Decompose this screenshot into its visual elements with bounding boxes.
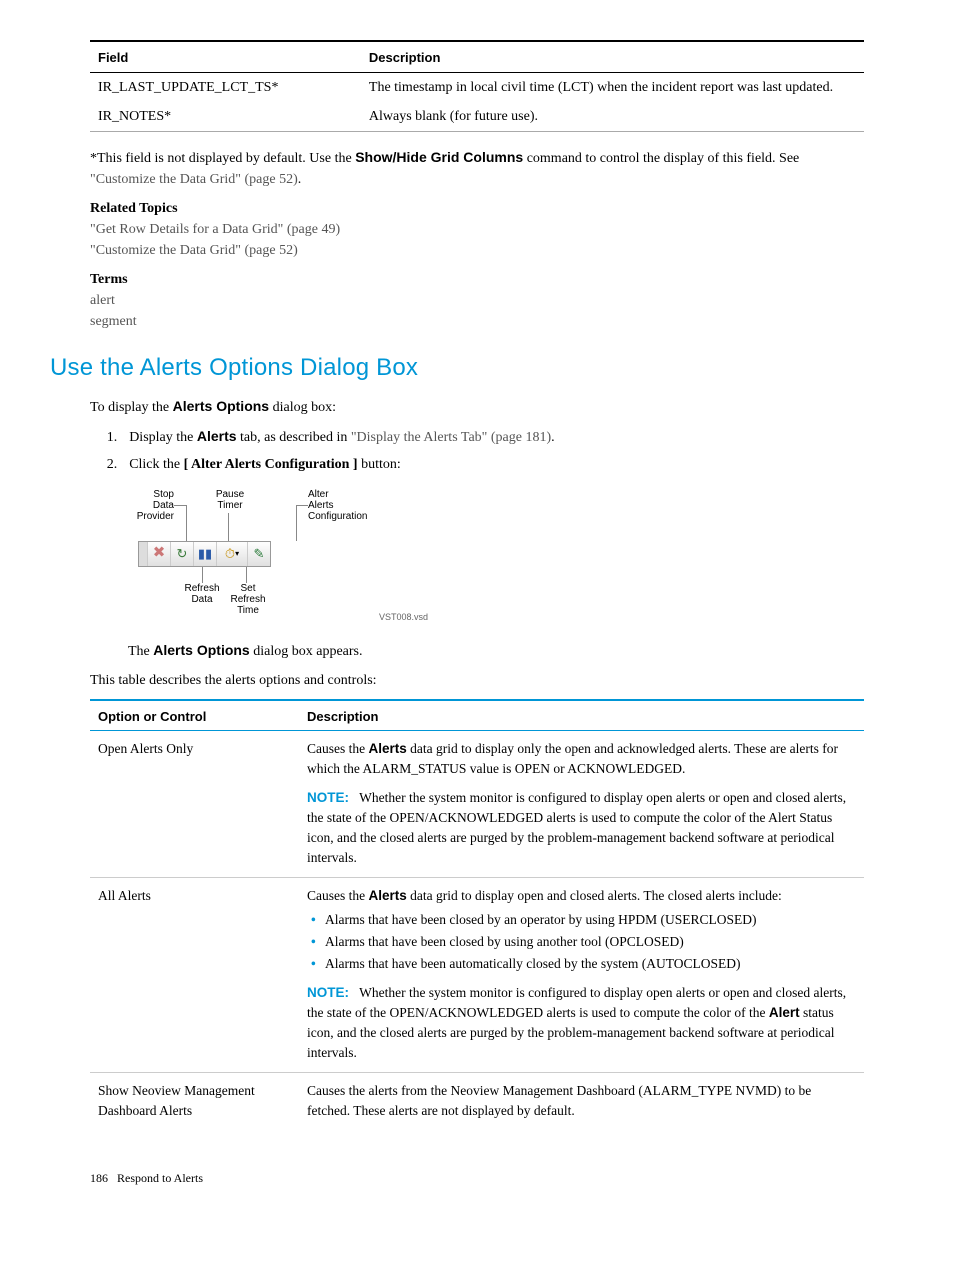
th-description: Description (361, 41, 864, 72)
stop-data-provider-button[interactable]: ✖ (148, 542, 171, 566)
field-description-table: Field Description IR_LAST_UPDATE_LCT_TS*… (90, 40, 864, 132)
option-desc: Causes the Alerts data grid to display o… (299, 877, 864, 1072)
option-row-open-alerts: Open Alerts Only Causes the Alerts data … (90, 731, 864, 878)
toolbar-diagram-figure: Stop Data Provider Pause Timer Alter Ale… (128, 485, 864, 625)
callout-refresh-data: Refresh Data (180, 583, 224, 605)
toolbar: ✖ ↻ ▮▮ ⏱▾ ✎ (138, 541, 271, 567)
cell-field: IR_LAST_UPDATE_LCT_TS* (90, 72, 361, 102)
option-row-show-nvmd: Show Neoview Management Dashboard Alerts… (90, 1072, 864, 1129)
page-footer: 186 Respond to Alerts (90, 1169, 864, 1187)
callout-set-refresh-time: Set Refresh Time (226, 583, 270, 616)
callout-stop-data-provider: Stop Data Provider (124, 489, 174, 522)
page-number: 186 (90, 1171, 108, 1185)
option-row-all-alerts: All Alerts Causes the Alerts data grid t… (90, 877, 864, 1072)
note-label: NOTE: (307, 985, 349, 1000)
term-alert-link[interactable]: alert (90, 290, 864, 311)
refresh-data-button[interactable]: ↻ (171, 542, 194, 566)
dropdown-icon: ▾ (235, 548, 239, 560)
list-item: Alarms that have been closed by an opera… (325, 910, 856, 930)
option-desc: Causes the Alerts data grid to display o… (299, 731, 864, 878)
table-row: IR_LAST_UPDATE_LCT_TS* The timestamp in … (90, 72, 864, 102)
cell-desc: The timestamp in local civil time (LCT) … (361, 72, 864, 102)
options-table-intro: This table describes the alerts options … (90, 670, 864, 691)
cell-field: IR_NOTES* (90, 102, 361, 132)
display-alerts-tab-link[interactable]: "Display the Alerts Tab" (page 181) (351, 430, 551, 445)
stop-icon: ✖ (153, 542, 166, 565)
refresh-icon: ↻ (177, 544, 188, 564)
list-item: Alarms that have been automatically clos… (325, 954, 856, 974)
alerts-options-table: Option or Control Description Open Alert… (90, 699, 864, 1130)
related-link-row-details[interactable]: "Get Row Details for a Data Grid" (page … (90, 219, 864, 240)
table-row: IR_NOTES* Always blank (for future use). (90, 102, 864, 132)
option-desc: Causes the alerts from the Neoview Manag… (299, 1072, 864, 1129)
alter-alerts-configuration-button[interactable]: ✎ (248, 542, 270, 566)
note-label: NOTE: (307, 790, 349, 805)
related-link-customize-grid[interactable]: "Customize the Data Grid" (page 52) (90, 240, 864, 261)
option-name: Open Alerts Only (90, 731, 299, 878)
steps-list: Display the Alerts tab, as described in … (90, 426, 864, 475)
th-field: Field (90, 41, 361, 72)
option-name: Show Neoview Management Dashboard Alerts (90, 1072, 299, 1129)
pause-icon: ▮▮ (198, 544, 212, 564)
related-topics-heading: Related Topics (90, 198, 864, 219)
th-description: Description (299, 700, 864, 731)
callout-alter-alerts-config: Alter Alerts Configuration (308, 489, 388, 522)
pause-timer-button[interactable]: ▮▮ (194, 542, 217, 566)
step-1: Display the Alerts tab, as described in … (121, 426, 864, 448)
callout-pause-timer: Pause Timer (210, 489, 250, 511)
clock-icon: ⏱ (225, 544, 235, 564)
intro-paragraph: To display the Alerts Options dialog box… (90, 396, 864, 418)
th-option: Option or Control (90, 700, 299, 731)
customize-data-grid-link[interactable]: "Customize the Data Grid" (page 52) (90, 172, 298, 187)
diagram-id-label: VST008.vsd (379, 611, 428, 625)
step-2: Click the [ Alter Alerts Configuration ]… (121, 454, 864, 475)
term-segment-link[interactable]: segment (90, 311, 864, 332)
set-refresh-time-button[interactable]: ⏱▾ (217, 542, 248, 566)
terms-heading: Terms (90, 269, 864, 290)
footer-title: Respond to Alerts (117, 1171, 203, 1185)
note-paragraph: *This field is not displayed by default.… (90, 147, 864, 190)
dialog-appears-paragraph: The Alerts Options dialog box appears. (128, 640, 864, 662)
related-topics-section: Related Topics "Get Row Details for a Da… (90, 198, 864, 332)
section-heading: Use the Alerts Options Dialog Box (50, 350, 864, 386)
closed-alerts-bullets: Alarms that have been closed by an opera… (307, 910, 856, 975)
option-name: All Alerts (90, 877, 299, 1072)
pencil-icon: ✎ (254, 544, 265, 564)
list-item: Alarms that have been closed by using an… (325, 932, 856, 952)
toolbar-drag-handle (139, 542, 148, 566)
cell-desc: Always blank (for future use). (361, 102, 864, 132)
